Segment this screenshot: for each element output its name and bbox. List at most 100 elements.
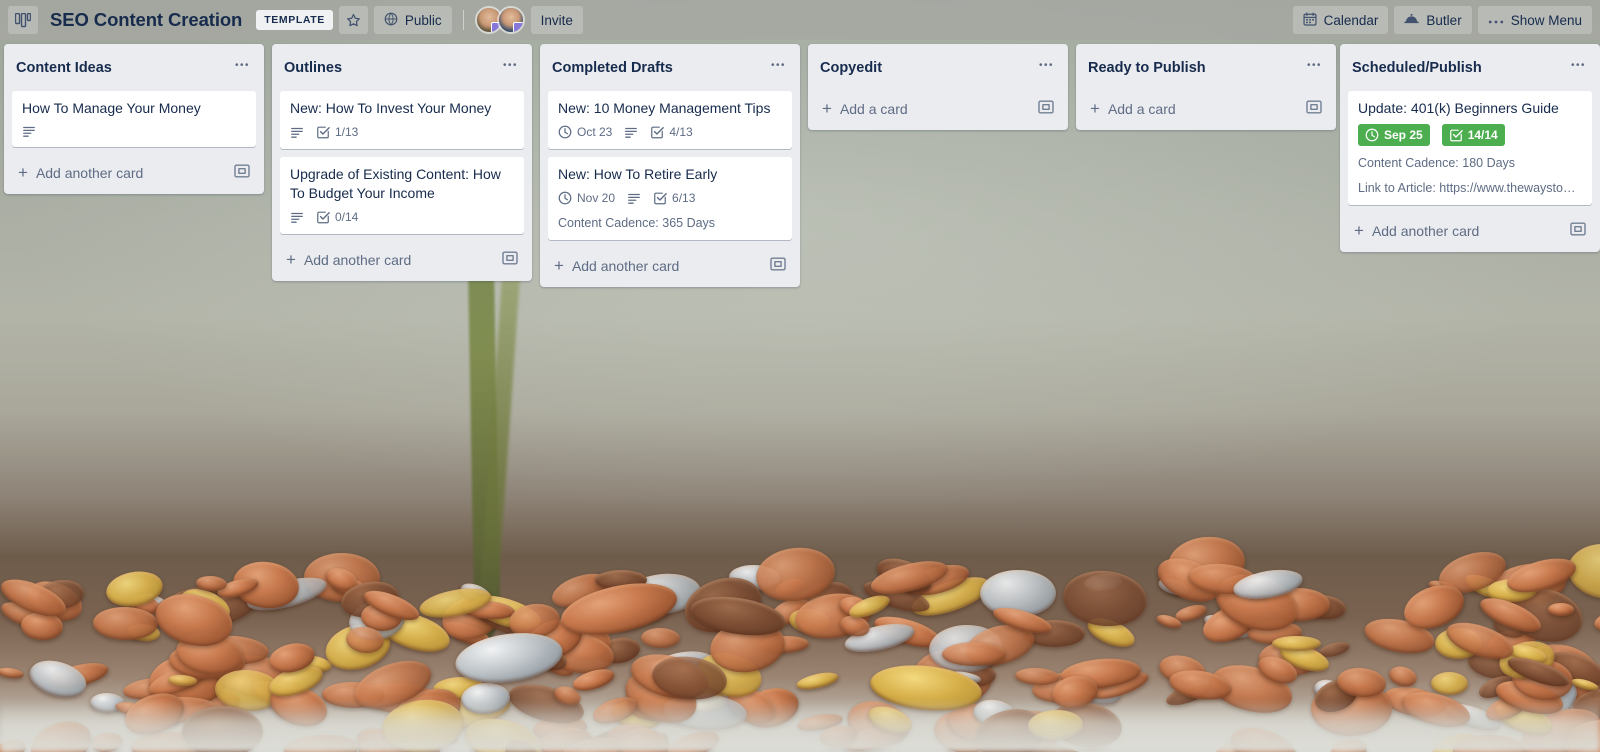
card-title: New: How To Invest Your Money	[290, 100, 492, 116]
card[interactable]: Upgrade of Existing Content: How To Budg…	[280, 157, 524, 234]
card-badge-description	[22, 124, 36, 138]
board-header: SEO Content Creation TEMPLATE Public Inv…	[0, 0, 1600, 40]
list-title[interactable]: Content Ideas	[16, 60, 229, 77]
calendar-button[interactable]: Calendar	[1292, 6, 1389, 34]
card-template-icon[interactable]	[1038, 99, 1054, 118]
list-menu-button[interactable]: •••	[1033, 56, 1060, 81]
clock-icon	[558, 191, 572, 205]
card-badge-text: Sep 25	[1384, 128, 1423, 142]
card-title: New: How To Retire Early	[558, 166, 718, 182]
card-template-icon[interactable]	[234, 163, 250, 182]
list-cards: New: How To Invest Your Money 1/13 Upgrad…	[272, 91, 532, 234]
list-menu-button[interactable]: •••	[1565, 56, 1592, 81]
card-custom-field: Content Cadence: 365 Days	[558, 216, 716, 230]
list-header: Copyedit •••	[808, 44, 1068, 91]
card-badges: 0/14	[290, 209, 514, 225]
list-header: Content Ideas •••	[4, 44, 264, 91]
list-scheduled-publish: Scheduled/Publish ••• Update: 401(k) Begin…	[1340, 44, 1600, 252]
avatar[interactable]	[496, 6, 525, 34]
card-badge-checklist: 6/13	[653, 190, 695, 206]
list-title[interactable]: Ready to Publish	[1088, 60, 1301, 77]
card[interactable]: New: 10 Money Management Tips Oct 23 4/1…	[548, 91, 792, 149]
star-icon[interactable]	[338, 6, 368, 34]
header-divider	[462, 10, 464, 30]
checklist-icon	[653, 191, 667, 205]
card[interactable]: New: How To Retire Early Nov 20 6/13 Cont…	[548, 157, 792, 240]
card-title: Update: 401(k) Beginners Guide	[1358, 100, 1559, 116]
card-template-icon[interactable]	[1570, 221, 1586, 240]
list-title[interactable]: Copyedit	[820, 60, 1033, 77]
page-title: SEO Content Creation	[50, 9, 243, 30]
card-template-icon[interactable]	[1306, 99, 1322, 118]
card-title: How To Manage Your Money	[22, 100, 201, 116]
description-icon	[290, 125, 304, 139]
list-title[interactable]: Outlines	[284, 60, 497, 77]
card-badge-due: Oct 23	[558, 124, 612, 140]
plus-icon: +	[1090, 98, 1100, 118]
list-completed-drafts: Completed Drafts ••• New: 10 Money Managem…	[540, 44, 800, 287]
visibility-button[interactable]: Public	[373, 6, 452, 34]
card-title: New: 10 Money Management Tips	[558, 100, 771, 116]
card-badge-checklist: 1/13	[316, 124, 358, 140]
board-lists-container: Content Ideas ••• How To Manage Your Money…	[0, 40, 1600, 752]
add-card-button[interactable]: + Add another card	[544, 248, 796, 283]
card-badge-text: 0/14	[335, 210, 359, 224]
list-title[interactable]: Completed Drafts	[552, 60, 765, 77]
plus-icon: +	[286, 249, 296, 269]
card[interactable]: Update: 401(k) Beginners Guide Sep 25 14…	[1348, 91, 1592, 205]
add-card-button[interactable]: + Add another card	[1344, 213, 1596, 248]
add-card-button[interactable]: + Add another card	[8, 155, 260, 190]
list-menu-button[interactable]: •••	[229, 56, 256, 81]
card-badges: Sep 25 14/14	[1358, 124, 1582, 146]
list-cards: How To Manage Your Money	[4, 91, 264, 147]
list-header: Completed Drafts •••	[540, 44, 800, 91]
card-badge-due: Nov 20	[558, 190, 615, 206]
visibility-label: Public	[404, 12, 442, 28]
card-badge-due-complete: Sep 25	[1358, 124, 1430, 146]
card-badge-text: 4/13	[669, 125, 693, 139]
invite-label: Invite	[540, 12, 573, 28]
butler-icon	[1404, 12, 1420, 29]
card-badge-description	[290, 125, 304, 139]
list-cards: Update: 401(k) Beginners Guide Sep 25 14…	[1340, 91, 1600, 205]
invite-button[interactable]: Invite	[530, 6, 583, 34]
description-icon	[290, 210, 304, 224]
show-menu-button[interactable]: Show Menu	[1477, 6, 1592, 34]
card-badge-text: 6/13	[672, 191, 696, 205]
add-card-label: Add another card	[303, 251, 412, 268]
template-badge: TEMPLATE	[256, 10, 333, 30]
card-badge-checklist: 4/13	[650, 124, 693, 140]
add-card-button[interactable]: + Add a card	[812, 91, 1064, 126]
clock-icon	[1365, 128, 1379, 142]
list-menu-button[interactable]: •••	[497, 56, 524, 81]
add-card-label: Add another card	[571, 257, 680, 274]
card-template-icon[interactable]	[502, 250, 518, 269]
list-header: Scheduled/Publish •••	[1340, 44, 1600, 91]
checklist-icon	[1449, 128, 1463, 142]
card-badge-checklist: 0/14	[316, 209, 358, 225]
list-title[interactable]: Scheduled/Publish	[1352, 60, 1565, 77]
list-cards: New: 10 Money Management Tips Oct 23 4/1…	[540, 91, 800, 240]
list-header: Ready to Publish •••	[1076, 44, 1336, 91]
add-card-label: Add a card	[839, 100, 908, 117]
add-card-button[interactable]: + Add another card	[276, 242, 528, 277]
list-menu-button[interactable]: •••	[1301, 56, 1328, 81]
plus-icon: +	[1354, 220, 1364, 240]
show-menu-label: Show Menu	[1510, 12, 1582, 28]
card[interactable]: New: How To Invest Your Money 1/13	[280, 91, 524, 149]
board-icon[interactable]	[8, 6, 38, 34]
globe-icon	[384, 12, 398, 29]
card-template-icon[interactable]	[770, 256, 786, 275]
card[interactable]: How To Manage Your Money	[12, 91, 256, 147]
list-header: Outlines •••	[272, 44, 532, 91]
checklist-icon	[650, 125, 665, 139]
plus-icon: +	[18, 162, 28, 182]
add-card-button[interactable]: + Add a card	[1080, 91, 1332, 126]
butler-button[interactable]: Butler	[1394, 6, 1472, 34]
list-menu-button[interactable]: •••	[765, 56, 792, 81]
card-badges: Nov 20 6/13	[558, 190, 782, 206]
list-outlines: Outlines ••• New: How To Invest Your Money…	[272, 44, 532, 281]
card-badge-description	[627, 191, 641, 205]
card-badge-checklist-complete: 14/14	[1441, 124, 1505, 146]
plus-icon: +	[554, 255, 564, 275]
